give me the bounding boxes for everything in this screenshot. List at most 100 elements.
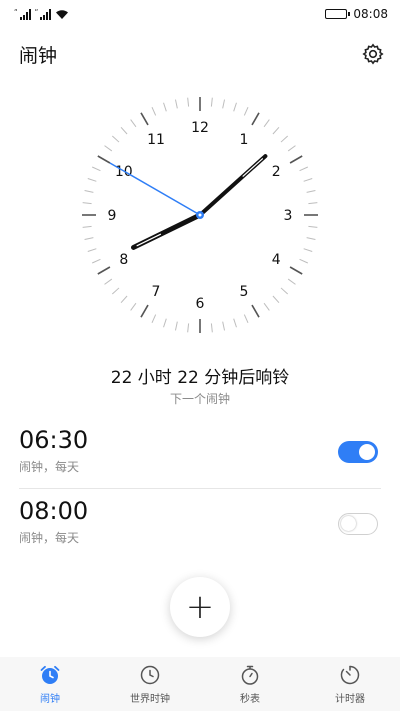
clock-tick [174,99,178,109]
clock-tick [104,278,113,285]
clock-tick [303,248,313,252]
tab-timer[interactable]: 计时器 [300,657,400,711]
gear-icon[interactable] [360,41,386,67]
clock-tick [210,323,213,333]
timer-icon [340,665,360,684]
alarm-clock-icon [40,665,60,684]
clock-tick [151,106,157,116]
clock-tick [151,314,157,324]
clock-tick [91,258,101,264]
clock-tick [97,155,111,164]
clock-icon [140,665,160,684]
tab-stopwatch[interactable]: 秒表 [200,657,300,711]
tab-world-clock[interactable]: 世界时钟 [100,657,200,711]
clock-numeral: 2 [272,164,281,180]
alarm-toggle[interactable] [338,513,378,535]
clock-tick [289,266,303,275]
clock-tick [84,237,94,241]
clock-tick [289,155,303,164]
clock-tick [222,99,226,109]
minute-hand-highlight [242,158,264,177]
clock-tick [280,287,289,295]
alarm-time: 06:30 [19,426,89,454]
clock-tick [82,202,92,205]
clock-center-pin [198,213,202,217]
clock-tick [97,266,111,275]
clock-numeral: 5 [240,284,249,300]
clock-numeral: 3 [284,208,293,224]
clock-tick [251,112,260,126]
clock-tick [263,119,270,128]
clock-tick [130,119,137,128]
clock-tick [263,302,270,311]
clock-tick [163,102,167,112]
clock-tick [287,145,296,152]
add-alarm-button[interactable]: + [170,577,230,637]
second-hand [109,162,201,216]
next-alarm-countdown: 22 小时 22 分钟后响铃 [110,368,290,388]
status-time: 08:08 [353,7,388,21]
clock-tick [111,287,120,295]
alarm-time: 08:00 [19,497,89,525]
clock-tick [299,258,309,264]
clock-tick [280,135,289,143]
clock-numeral: 9 [108,208,117,224]
clock-tick [299,166,309,172]
tab-label: 计时器 [335,693,365,705]
alarm-repeat-label: 闹钟，每天 [19,531,80,545]
clock-tick [174,321,178,331]
clock-tick [104,145,113,152]
clock-numeral: 11 [147,132,165,148]
alarm-item[interactable]: 08:00 闹钟，每天 [0,493,400,561]
alarm-repeat-label: 闹钟，每天 [19,460,80,474]
analog-clock: 121234567891011 [82,97,318,333]
clock-tick [303,178,313,182]
clock-numeral: 4 [272,252,281,268]
clock-tick [140,304,149,318]
clock-tick [222,321,226,331]
signal-icon-2: “ [35,8,52,20]
clock-numeral: 6 [196,296,205,312]
clock-numeral: 8 [119,252,128,268]
clock-tick [120,126,128,135]
clock-tick [210,97,213,107]
clock-tick [233,318,237,328]
clock-tick [308,202,318,205]
clock-tick [306,189,316,193]
tab-label: 闹钟 [40,693,60,705]
clock-tick [287,278,296,285]
tab-label: 秒表 [240,693,260,705]
clock-tick [91,166,101,172]
clock-tick [306,237,316,241]
clock-tick [120,295,128,304]
clock-tick [187,323,190,333]
clock-numeral: 10 [115,164,133,180]
alarm-item[interactable]: 06:30 闹钟，每天 [0,422,400,490]
status-icons-left: “ “ [14,8,69,20]
clock-tick [272,295,280,304]
clock-tick [243,314,249,324]
signal-icon: “ [14,8,31,20]
list-divider [19,488,381,489]
clock-numeral: 12 [191,120,209,136]
bottom-nav: 闹钟 世界时钟 秒表 计时器 [0,657,400,711]
clock-tick [163,318,167,328]
page-title: 闹钟 [19,44,58,67]
wifi-icon [56,9,69,19]
clock-tick [87,248,97,252]
battery-icon [325,9,351,19]
clock-tick [243,106,249,116]
clock-tick [187,97,190,107]
clock-tick [130,302,137,311]
clock-tick [233,102,237,112]
tab-alarm[interactable]: 闹钟 [0,657,100,711]
app-header: 闹钟 [0,34,400,74]
clock-numeral: 1 [240,132,249,148]
clock-tick [251,304,260,318]
alarm-toggle[interactable] [338,441,378,463]
clock-tick [140,112,149,126]
clock-tick [82,225,92,228]
clock-tick [308,225,318,228]
clock-tick [111,135,120,143]
clock-tick [272,126,280,135]
